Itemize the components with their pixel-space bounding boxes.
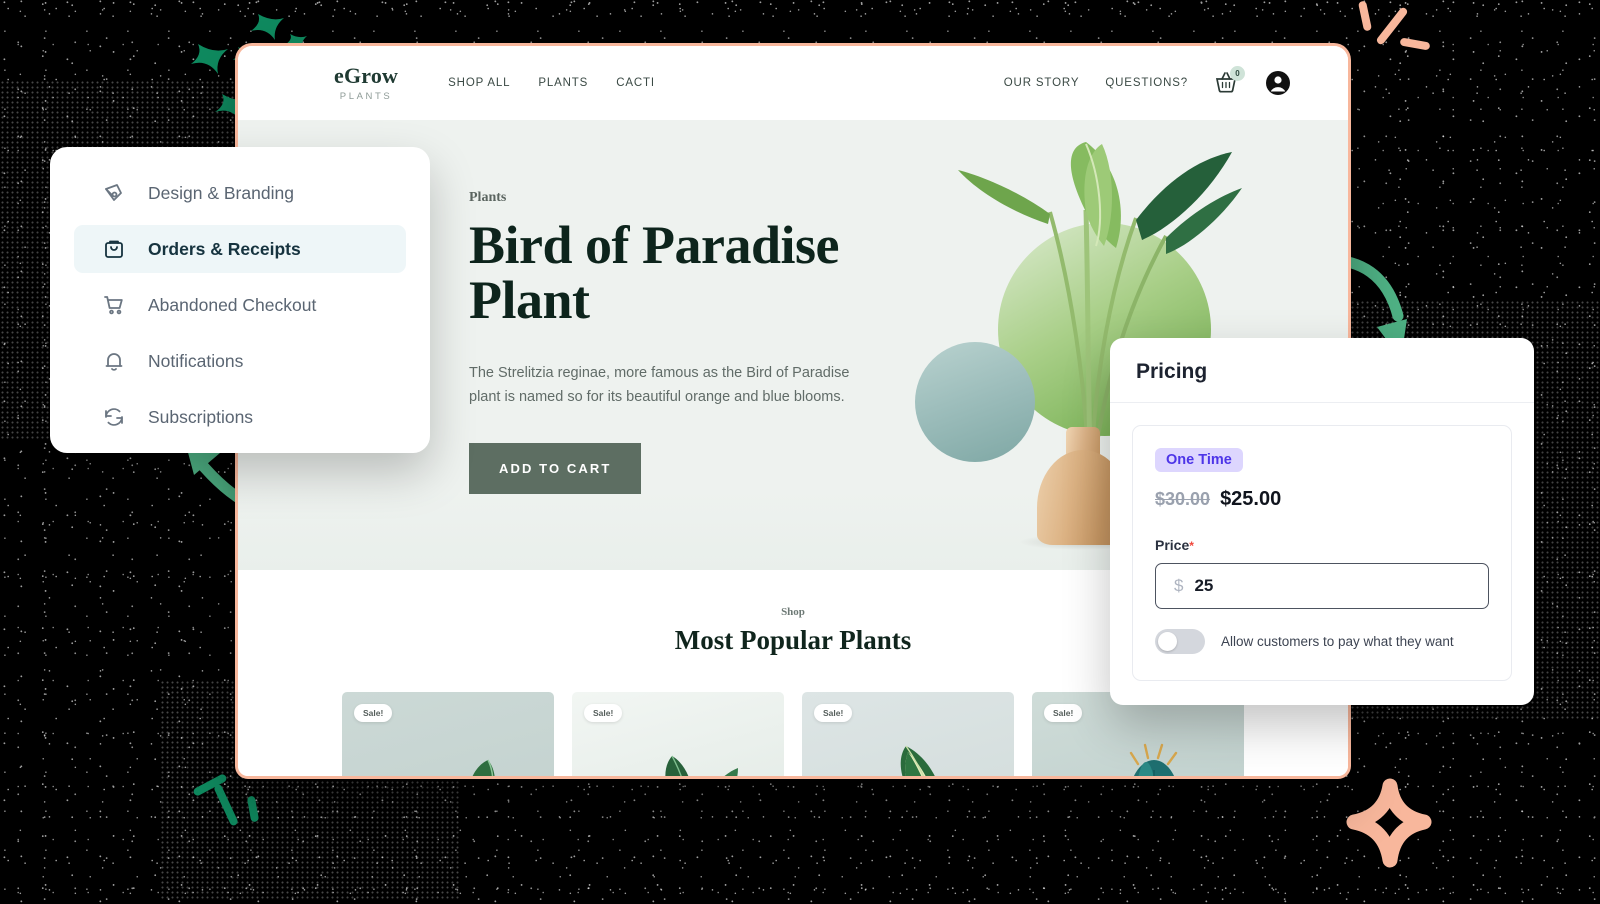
variegated-plant-image [900,745,935,776]
sale-badge[interactable]: Sale! [1044,704,1083,722]
pricing-panel: Pricing One Time $30.00 $25.00 Price* $ … [1110,338,1534,705]
sidebar-item-label: Abandoned Checkout [148,294,317,315]
logo-tagline: PLANTS [339,90,393,102]
price-input-wrapper[interactable]: $ [1155,563,1489,609]
admin-sidebar-card: Design & Branding Orders & Receipts Aban… [50,147,430,453]
green-slash-marks-bottom-left [192,773,272,845]
toggle-knob [1158,632,1177,651]
price-input[interactable] [1194,576,1470,596]
salmon-slash-marks-top-right [1348,0,1438,64]
product-card[interactable]: Sale! [572,692,784,776]
secondary-nav: OUR STORY QUESTIONS? 0 [1004,66,1290,95]
pricing-header: Pricing [1110,338,1534,403]
currency-symbol: $ [1174,576,1184,595]
primary-nav: SHOP ALL PLANTS CACTI [448,77,655,89]
sidebar-item-label: Subscriptions [148,406,254,427]
product-card[interactable]: Sale! [342,692,554,776]
nav-our-story[interactable]: OUR STORY [1004,77,1080,89]
hero-description: The Strelitzia reginae, more famous as t… [469,365,850,405]
sidebar-item-design-branding[interactable]: Design & Branding [74,169,406,217]
site-logo[interactable]: eGrow PLANTS [334,62,399,102]
required-asterisk: * [1189,539,1194,553]
refresh-sync-icon [105,408,123,426]
add-to-cart-button[interactable]: ADD TO CART [469,443,642,495]
sale-badge[interactable]: Sale! [354,704,393,722]
user-account-icon[interactable] [1266,71,1290,95]
price-label-text: Price [1155,537,1190,553]
pricing-plan-box: One Time $30.00 $25.00 Price* $ Allow cu… [1132,425,1512,681]
bell-icon [105,353,123,371]
pay-what-you-want-label: Allow customers to pay what they want [1221,634,1454,649]
storefront-navbar: eGrow PLANTS SHOP ALL PLANTS CACTI OUR S… [238,46,1348,120]
ficus-plant-image [665,755,738,776]
hero-eyebrow: Plants [469,190,507,205]
sidebar-item-notifications[interactable]: Notifications [74,337,406,385]
original-price: $30.00 [1155,489,1211,509]
pay-what-you-want-toggle[interactable] [1155,629,1205,654]
sale-badge[interactable]: Sale! [584,704,623,722]
salmon-four-point-star-bottom-right [1346,778,1432,868]
shopping-bag-icon [105,240,123,258]
cart-button[interactable]: 0 [1214,66,1245,95]
logo-name: eGrow [334,62,399,88]
product-card[interactable]: Sale! [802,692,1014,776]
price-display-row: $30.00 $25.00 [1155,488,1489,511]
sidebar-item-label: Notifications [148,350,244,371]
cart-count-badge: 0 [1230,66,1245,81]
pricing-title: Pricing [1136,360,1208,383]
sidebar-item-label: Orders & Receipts [148,238,301,259]
pricing-body: One Time $30.00 $25.00 Price* $ Allow cu… [1110,403,1534,703]
nav-plants[interactable]: PLANTS [538,77,588,89]
nav-cacti[interactable]: CACTI [616,77,655,89]
price-field-label: Price* [1155,537,1489,553]
sidebar-item-abandoned-checkout[interactable]: Abandoned Checkout [74,281,406,329]
nav-shop-all[interactable]: SHOP ALL [448,77,510,89]
hero-copy: Plants Bird of Paradise Plant The Streli… [469,190,939,495]
sidebar-item-label: Design & Branding [148,182,294,203]
current-price: $25.00 [1220,488,1282,510]
pen-tool-icon [105,184,122,201]
pay-what-you-want-row: Allow customers to pay what they want [1155,629,1489,654]
cactus-plant-image [1129,743,1178,776]
shopping-cart-icon [104,296,123,315]
hero-title: Bird of Paradise Plant [469,215,839,331]
nav-questions[interactable]: QUESTIONS? [1105,77,1188,89]
sidebar-item-subscriptions[interactable]: Subscriptions [74,393,406,441]
one-time-badge: One Time [1155,448,1243,472]
sale-badge[interactable]: Sale! [814,704,853,722]
sidebar-item-orders-receipts[interactable]: Orders & Receipts [74,225,406,273]
rubber-plant-image [472,759,495,776]
